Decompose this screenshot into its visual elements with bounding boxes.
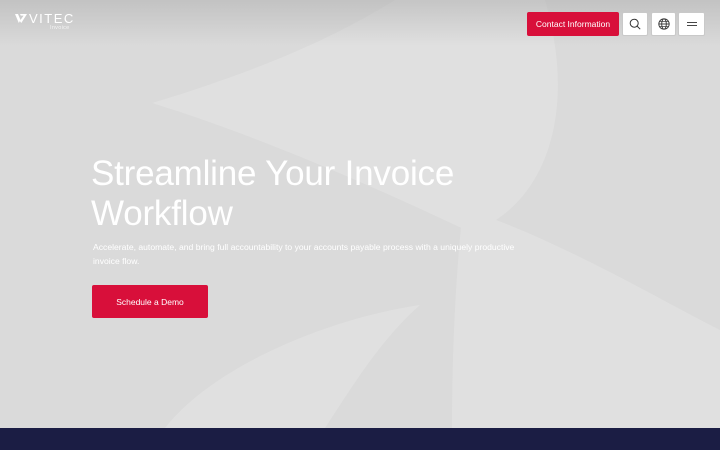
contact-information-button[interactable]: Contact Information [527, 12, 619, 36]
language-button[interactable] [651, 12, 676, 36]
hero-title: Streamline Your Invoice Workflow [91, 154, 455, 233]
vitec-logo[interactable]: VITEC Invoice [15, 11, 75, 34]
search-button[interactable] [622, 12, 648, 36]
search-icon [629, 18, 641, 30]
hero-description: Accelerate, automate, and bring full acc… [93, 242, 515, 266]
next-section-band [0, 428, 720, 450]
globe-icon [657, 18, 670, 30]
logo-wordmark: VITEC [29, 11, 75, 26]
logo-mark-icon [15, 14, 27, 23]
hamburger-menu-icon [686, 22, 697, 26]
schedule-demo-button[interactable]: Schedule a Demo [92, 285, 208, 318]
menu-button[interactable] [678, 12, 705, 36]
logo-subtitle: Invoice [50, 25, 70, 31]
